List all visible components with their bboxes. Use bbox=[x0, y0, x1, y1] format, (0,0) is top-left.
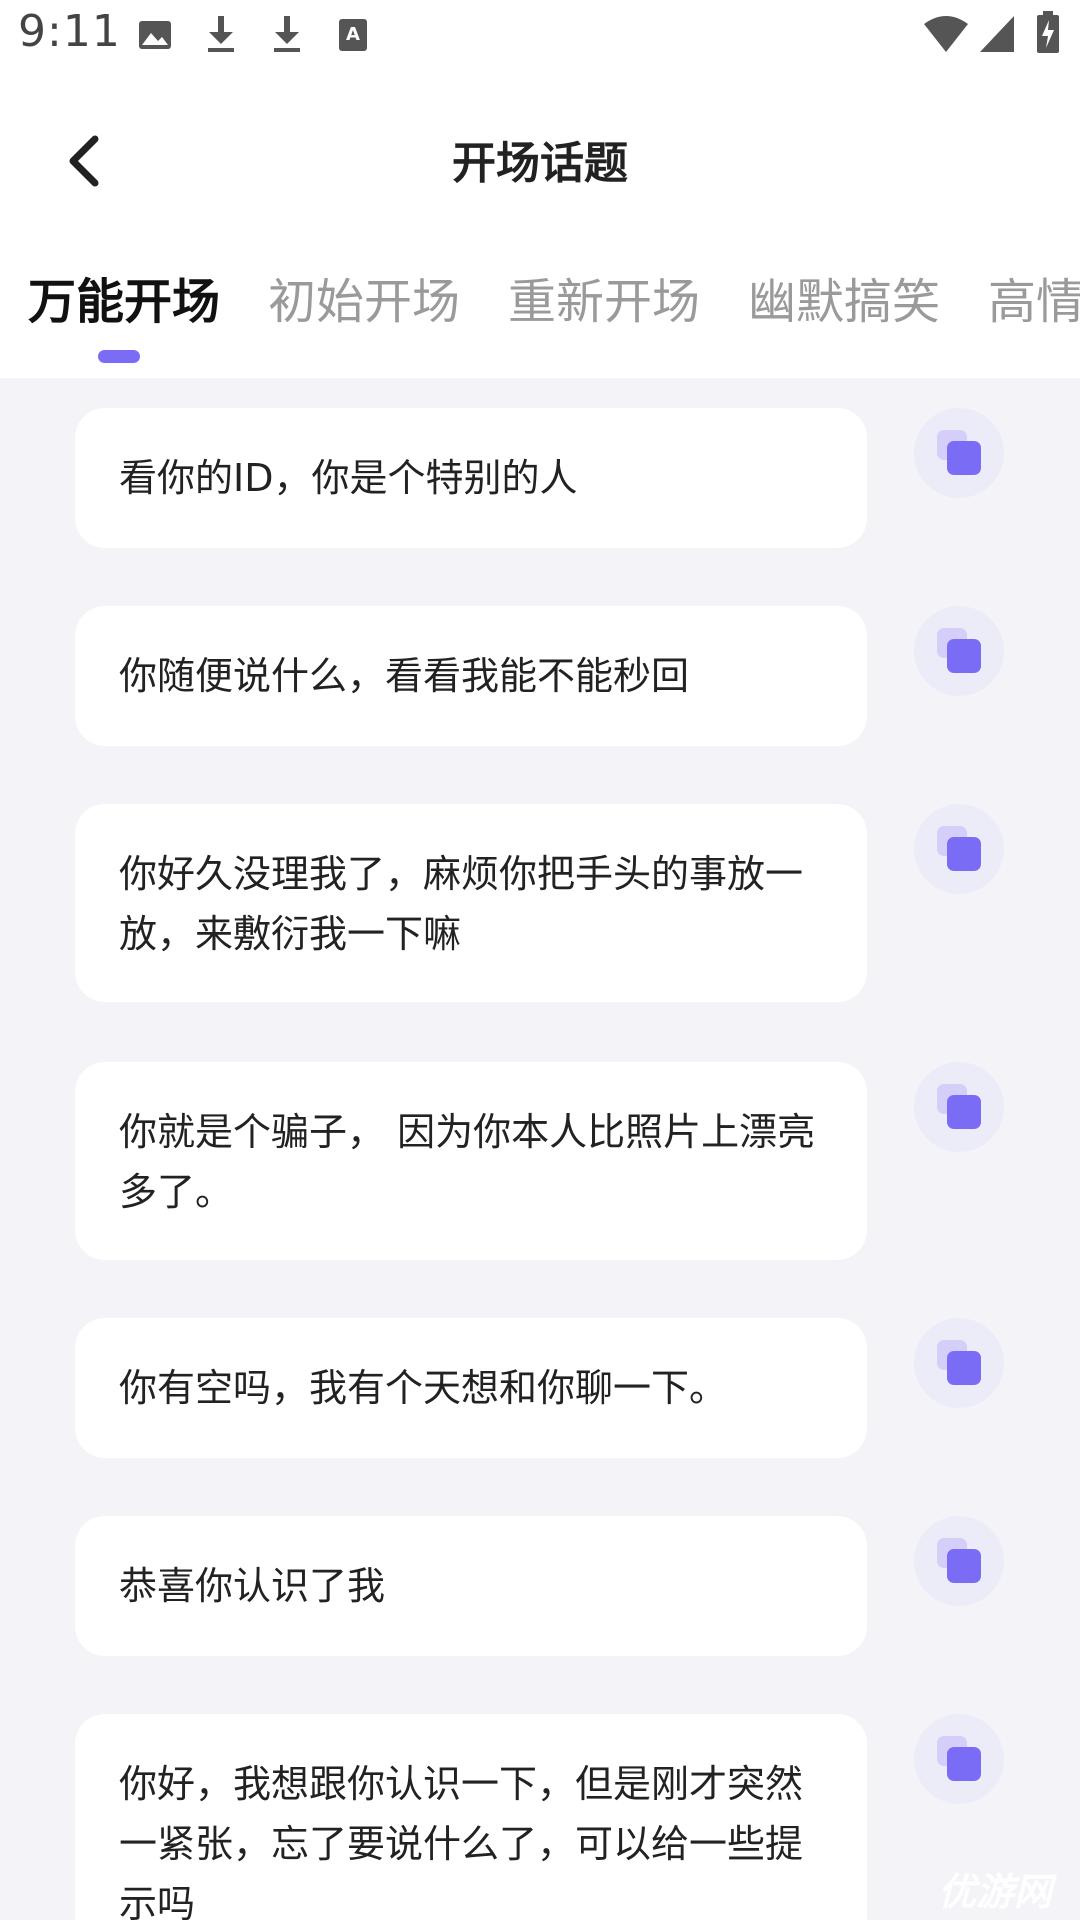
active-tab-indicator bbox=[98, 350, 140, 363]
tab-universal-opener[interactable]: 万能开场 bbox=[28, 262, 220, 332]
copy-button[interactable] bbox=[914, 1318, 1004, 1408]
tab-humor[interactable]: 幽默搞笑 bbox=[748, 262, 940, 332]
svg-text:A: A bbox=[346, 24, 360, 45]
status-time: 9:11 bbox=[18, 6, 121, 57]
download-icon bbox=[208, 16, 234, 52]
tab-initial-opener[interactable]: 初始开场 bbox=[268, 262, 460, 332]
copy-button[interactable] bbox=[914, 1516, 1004, 1606]
topic-card[interactable]: 你好，我想跟你认识一下，但是刚才突然一紧张，忘了要说什么了，可以给一些提示吗 bbox=[75, 1714, 867, 1920]
status-bar: 9:11 A bbox=[0, 0, 1080, 75]
copy-button[interactable] bbox=[914, 1714, 1004, 1804]
watermark: 优游网 bbox=[937, 1870, 1052, 1914]
copy-button[interactable] bbox=[914, 1062, 1004, 1152]
topic-card[interactable]: 你就是个骗子， 因为你本人比照片上漂亮多了。 bbox=[75, 1062, 867, 1260]
app-header: 开场话题 bbox=[0, 75, 1080, 250]
tab-restart-opener[interactable]: 重新开场 bbox=[508, 262, 700, 332]
copy-button[interactable] bbox=[914, 606, 1004, 696]
topic-card[interactable]: 看你的ID，你是个特别的人 bbox=[75, 408, 867, 548]
signal-icon bbox=[980, 16, 1014, 52]
topic-list: 看你的ID，你是个特别的人 你随便说什么，看看我能不能秒回 你好久没理我了，麻烦… bbox=[0, 378, 1080, 1920]
battery-charging-icon bbox=[1037, 11, 1059, 53]
category-tabs: 万能开场 初始开场 重新开场 幽默搞笑 高情 bbox=[0, 250, 1080, 378]
topic-card[interactable]: 你好久没理我了，麻烦你把手头的事放一放，来敷衍我一下嘛 bbox=[75, 804, 867, 1002]
topic-card[interactable]: 你随便说什么，看看我能不能秒回 bbox=[75, 606, 867, 746]
topic-card[interactable]: 你有空吗，我有个天想和你聊一下。 bbox=[75, 1318, 867, 1458]
tab-high-eq[interactable]: 高情 bbox=[988, 262, 1080, 332]
image-icon bbox=[139, 21, 171, 49]
topic-card[interactable]: 恭喜你认识了我 bbox=[75, 1516, 867, 1656]
page-title: 开场话题 bbox=[452, 138, 628, 189]
keyboard-a-icon: A bbox=[339, 19, 367, 51]
wifi-icon bbox=[924, 16, 968, 52]
copy-button[interactable] bbox=[914, 408, 1004, 498]
download-icon bbox=[274, 16, 300, 52]
copy-button[interactable] bbox=[914, 804, 1004, 894]
